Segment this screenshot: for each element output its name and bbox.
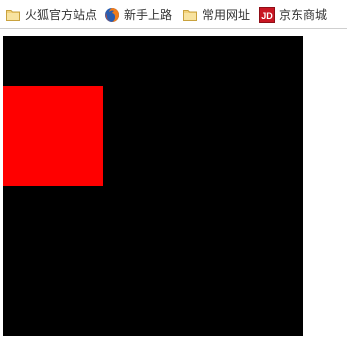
bookmarks-toolbar: 火狐官方站点 新手上路 常用网址 JD 京东商城 [0,0,347,29]
red-square [3,86,103,186]
bookmark-common-sites[interactable]: 常用网址 [182,6,250,24]
canvas [3,36,303,336]
folder-icon [182,7,198,23]
bookmark-getting-started[interactable]: 新手上路 [104,6,172,24]
bookmark-label: 新手上路 [124,8,173,22]
bookmark-jd-mall[interactable]: JD 京东商城 [259,6,327,24]
bookmark-huohu-official[interactable]: 火狐官方站点 [5,6,97,24]
firefox-icon [104,7,120,23]
bookmark-label: 火狐官方站点 [25,8,98,22]
bookmark-label: 常用网址 [202,8,251,22]
folder-icon [5,7,21,23]
bookmark-label: 京东商城 [279,8,328,22]
jd-icon: JD [259,7,275,23]
svg-text:JD: JD [261,11,273,21]
